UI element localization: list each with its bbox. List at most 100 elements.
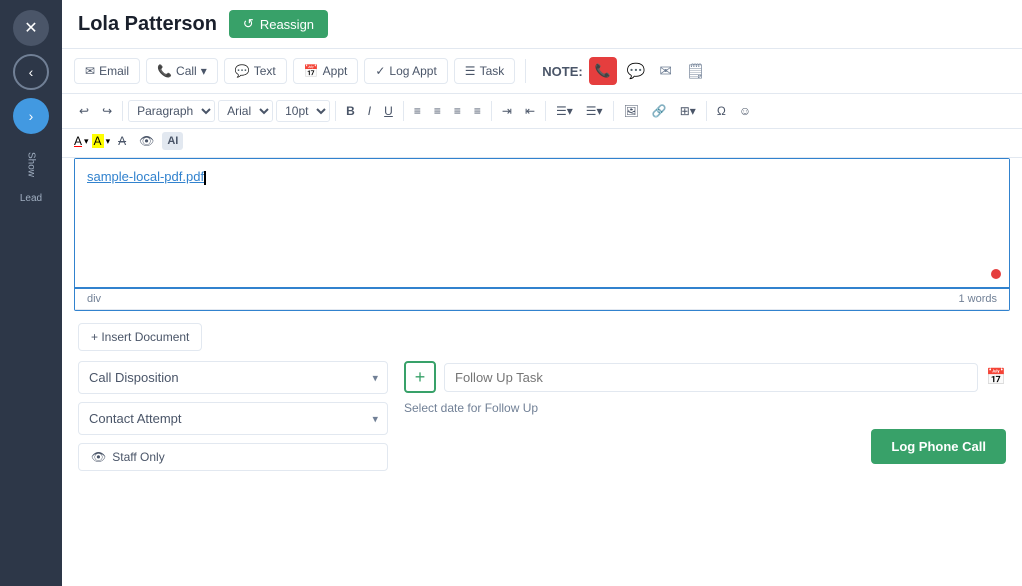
close-button[interactable]: ✕ bbox=[13, 10, 49, 46]
text-button[interactable]: 💬 Text bbox=[224, 58, 287, 84]
note-note-icon[interactable]: 🗒 bbox=[682, 58, 709, 84]
staff-only-icon: 👁 bbox=[91, 450, 106, 464]
log-phone-call-button[interactable]: Log Phone Call bbox=[871, 429, 1006, 464]
chat-icon: 💬 bbox=[627, 63, 646, 80]
call-button[interactable]: 📞 Call ▾ bbox=[146, 58, 218, 84]
list-ordered-button[interactable]: ☰▾ bbox=[581, 101, 608, 121]
task-icon: ☰ bbox=[465, 64, 476, 78]
calendar-button[interactable]: 📅 bbox=[986, 367, 1006, 387]
image-button[interactable]: 🖼 bbox=[619, 101, 644, 121]
toolbar-separator-3 bbox=[403, 101, 404, 121]
emoji-button[interactable]: ☺ bbox=[734, 101, 756, 121]
ai-button[interactable]: AI bbox=[162, 132, 183, 150]
follow-up-row: + 📅 bbox=[404, 361, 1006, 393]
bottom-actions: + Insert Document Call Disposition Conne… bbox=[62, 311, 1022, 483]
underline-button[interactable]: U bbox=[379, 101, 398, 121]
appt-button[interactable]: 📅 Appt bbox=[293, 58, 359, 84]
align-left-button[interactable]: ≡ bbox=[409, 101, 426, 121]
paragraph-select[interactable]: Paragraph bbox=[128, 100, 215, 122]
contact-attempt-select[interactable]: Contact Attempt No Answer Voicemail bbox=[78, 402, 388, 435]
word-count: 1 words bbox=[958, 293, 997, 305]
font-color-icon: A bbox=[74, 134, 82, 148]
preview-button[interactable]: 👁 bbox=[134, 131, 159, 151]
log-appt-button[interactable]: ✓ Log Appt bbox=[364, 58, 447, 84]
task-button[interactable]: ☰ Task bbox=[454, 58, 515, 84]
recording-indicator bbox=[991, 269, 1001, 279]
log-appt-icon: ✓ bbox=[375, 64, 385, 78]
email-outline-icon: ✉ bbox=[659, 63, 672, 80]
note-label: NOTE: bbox=[542, 64, 582, 79]
toolbar-separator-2 bbox=[335, 101, 336, 121]
strikethrough-button[interactable]: A bbox=[113, 131, 131, 151]
text-icon: 💬 bbox=[235, 64, 250, 78]
toolbar-separator-1 bbox=[122, 101, 123, 121]
editor-toolbar-row1: ↩ ↪ Paragraph Arial 10pt B I U ≡ ≡ ≡ ≡ ⇥… bbox=[62, 94, 1022, 129]
bottom-row: Call Disposition Connected Left Message … bbox=[78, 361, 1006, 471]
reassign-button[interactable]: ↺ Reassign bbox=[229, 10, 328, 38]
bold-button[interactable]: B bbox=[341, 101, 360, 121]
table-button[interactable]: ⊞▾ bbox=[675, 101, 701, 121]
note-email-icon[interactable]: ✉ bbox=[655, 58, 676, 84]
highlight-color-control[interactable]: A ▾ bbox=[92, 134, 111, 148]
calendar-icon: 📅 bbox=[986, 369, 1006, 386]
align-justify-button[interactable]: ≡ bbox=[469, 101, 486, 121]
redo-button[interactable]: ↪ bbox=[97, 101, 117, 121]
text-cursor bbox=[204, 171, 206, 185]
highlight-dropdown-icon: ▾ bbox=[106, 136, 111, 147]
italic-button[interactable]: I bbox=[363, 101, 376, 121]
contact-name: Lola Patterson bbox=[78, 13, 217, 36]
call-disposition-select[interactable]: Call Disposition Connected Left Message bbox=[78, 361, 388, 394]
sidebar: ✕ ‹ › Show Lead bbox=[0, 0, 62, 586]
back-button[interactable]: ‹ bbox=[13, 54, 49, 90]
date-hint: Select date for Follow Up bbox=[404, 401, 1006, 415]
list-unordered-button[interactable]: ☰▾ bbox=[551, 101, 578, 121]
appt-icon: 📅 bbox=[304, 64, 319, 78]
insert-document-button[interactable]: + Insert Document bbox=[78, 323, 202, 351]
indent-button[interactable]: ⇥ bbox=[497, 101, 517, 121]
left-controls: Call Disposition Connected Left Message … bbox=[78, 361, 388, 471]
font-select[interactable]: Arial bbox=[218, 100, 273, 122]
email-button[interactable]: ✉ Email bbox=[74, 58, 140, 84]
editor-wrapper: sample-local-pdf.pdf div 1 words bbox=[74, 158, 1010, 311]
link-button[interactable]: 🔗 bbox=[647, 101, 672, 121]
note-chat-icon[interactable]: 💬 bbox=[623, 58, 650, 84]
email-icon: ✉ bbox=[85, 64, 95, 78]
special-char-button[interactable]: Ω bbox=[712, 101, 731, 121]
call-dropdown-icon: ▾ bbox=[201, 64, 207, 78]
font-color-dropdown-icon: ▾ bbox=[84, 136, 89, 147]
editor-toolbar-row2: A ▾ A ▾ A 👁 AI bbox=[62, 129, 1022, 158]
outdent-button[interactable]: ⇤ bbox=[520, 101, 540, 121]
undo-button[interactable]: ↩ bbox=[74, 101, 94, 121]
lead-label: Lead bbox=[20, 193, 42, 204]
editor-tag: div bbox=[87, 293, 101, 305]
toolbar-separator-5 bbox=[545, 101, 546, 121]
align-right-button[interactable]: ≡ bbox=[449, 101, 466, 121]
staff-only-button[interactable]: 👁 Staff Only bbox=[78, 443, 388, 471]
forward-icon: › bbox=[29, 108, 34, 124]
separator bbox=[525, 59, 526, 83]
contact-attempt-wrapper: Contact Attempt No Answer Voicemail ▾ bbox=[78, 402, 388, 435]
toolbar-separator-6 bbox=[613, 101, 614, 121]
action-toolbar: ✉ Email 📞 Call ▾ 💬 Text 📅 Appt ✓ Log App… bbox=[62, 49, 1022, 94]
phone-icon-inner: 📞 bbox=[595, 63, 611, 79]
follow-up-add-button[interactable]: + bbox=[404, 361, 436, 393]
forward-button[interactable]: › bbox=[13, 98, 49, 134]
editor-content[interactable]: sample-local-pdf.pdf bbox=[75, 159, 1009, 289]
font-color-control[interactable]: A ▾ bbox=[74, 134, 89, 148]
call-disposition-wrapper: Call Disposition Connected Left Message … bbox=[78, 361, 388, 394]
follow-up-input[interactable] bbox=[444, 363, 978, 392]
note-icon: 🗒 bbox=[686, 63, 705, 80]
show-label: Show bbox=[26, 152, 37, 177]
size-select[interactable]: 10pt bbox=[276, 100, 330, 122]
toolbar-separator-7 bbox=[706, 101, 707, 121]
note-phone-icon[interactable]: 📞 bbox=[589, 57, 617, 85]
main-content: Lola Patterson ↺ Reassign ✉ Email 📞 Call… bbox=[62, 0, 1022, 586]
align-center-button[interactable]: ≡ bbox=[429, 101, 446, 121]
toolbar-separator-4 bbox=[491, 101, 492, 121]
editor-link[interactable]: sample-local-pdf.pdf bbox=[87, 169, 204, 184]
reassign-icon: ↺ bbox=[243, 16, 254, 32]
header: Lola Patterson ↺ Reassign bbox=[62, 0, 1022, 49]
editor-footer: div 1 words bbox=[75, 289, 1009, 310]
close-icon: ✕ bbox=[24, 18, 37, 38]
back-icon: ‹ bbox=[29, 64, 34, 80]
